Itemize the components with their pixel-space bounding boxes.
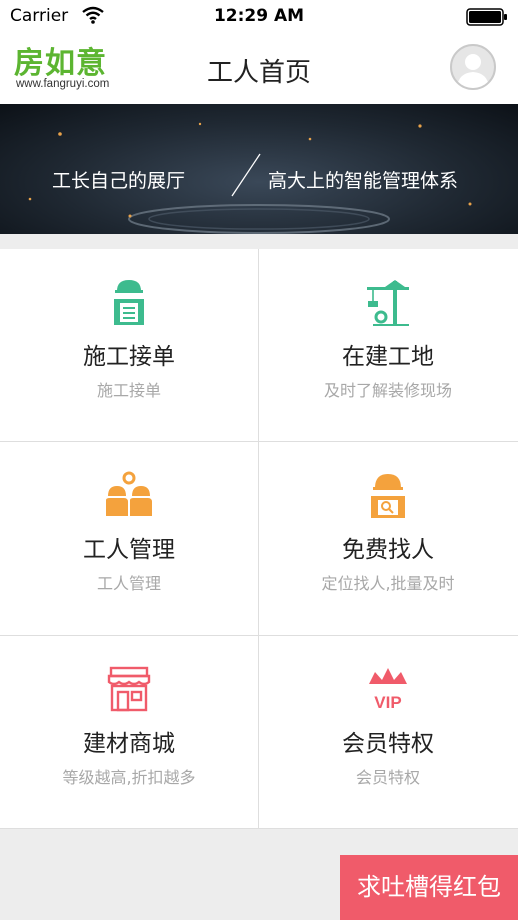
menu-item-subtitle: 工人管理 xyxy=(96,574,161,593)
worker-clipboard-icon xyxy=(114,280,144,325)
avatar-button[interactable] xyxy=(450,44,496,90)
banner-right-text: 高大上的智能管理体系 xyxy=(268,170,459,192)
menu-item-subtitle: 及时了解装修现场 xyxy=(323,381,452,400)
menu-item-title: 工人管理 xyxy=(83,537,175,563)
battery-icon xyxy=(466,8,507,26)
menu-item-find-workers[interactable]: 免费找人 定位找人,批量及时 xyxy=(259,442,517,634)
menu-item-title: 免费找人 xyxy=(342,537,434,563)
menu-item-construction-orders[interactable]: 施工接单 施工接单 xyxy=(0,249,258,441)
vip-label: VIP xyxy=(374,693,401,712)
menu-item-subtitle: 定位找人,批量及时 xyxy=(321,574,455,593)
status-time: 12:29 AM xyxy=(213,6,305,26)
feedback-red-packet-button[interactable]: 求吐槽得红包 xyxy=(340,855,518,920)
store-icon xyxy=(107,666,151,712)
app-header: 房如意 www.fangruyi.com 工人首页 xyxy=(0,32,518,104)
banner-left-text: 工长自己的展厅 xyxy=(52,170,186,192)
menu-item-materials-mall[interactable]: 建材商城 等级越高,折扣越多 xyxy=(0,636,258,828)
grid-divider xyxy=(0,828,518,829)
menu-item-active-sites[interactable]: 在建工地 及时了解装修现场 xyxy=(259,249,517,441)
user-avatar-icon xyxy=(457,54,489,88)
status-bar: Carrier 12:29 AM xyxy=(0,0,518,32)
menu-item-worker-management[interactable]: 工人管理 工人管理 xyxy=(0,442,258,634)
page-title: 工人首页 xyxy=(206,58,311,88)
menu-grid: 施工接单 施工接单 在建工地 及时了解装修现场 工人管理 工人管理 免费找人 定… xyxy=(0,249,518,829)
menu-item-title: 建材商城 xyxy=(83,731,175,757)
promo-banner[interactable]: 工长自己的展厅 高大上的智能管理体系 xyxy=(0,104,518,234)
crane-icon xyxy=(367,280,409,326)
workers-gear-icon xyxy=(106,471,152,516)
menu-item-title: 在建工地 xyxy=(342,344,434,370)
vip-crown-icon: VIP xyxy=(369,668,407,712)
menu-item-member-privileges[interactable]: VIP 会员特权 会员特权 xyxy=(259,636,517,828)
menu-item-subtitle: 施工接单 xyxy=(96,381,161,400)
menu-item-subtitle: 会员特权 xyxy=(355,768,420,787)
menu-item-subtitle: 等级越高,折扣越多 xyxy=(62,768,196,787)
menu-item-title: 施工接单 xyxy=(83,344,175,370)
worker-search-icon xyxy=(371,474,405,518)
menu-item-title: 会员特权 xyxy=(342,731,434,757)
